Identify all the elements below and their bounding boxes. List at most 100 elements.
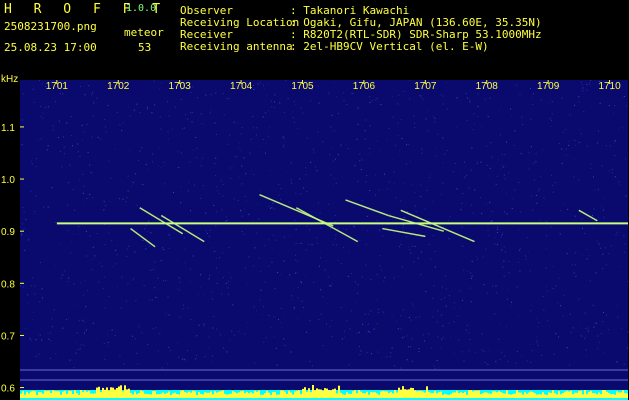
noise-speckle xyxy=(92,322,94,324)
noise-speckle xyxy=(126,197,128,199)
noise-speckle xyxy=(625,158,626,160)
noise-speckle xyxy=(419,316,420,318)
noise-speckle xyxy=(532,209,534,211)
noise-speckle xyxy=(21,233,23,235)
noise-band-bar xyxy=(446,394,448,398)
noise-speckle xyxy=(376,323,378,325)
noise-speckle xyxy=(352,93,354,94)
noise-speckle xyxy=(530,146,532,148)
noise-speckle xyxy=(488,235,489,237)
noise-speckle xyxy=(471,275,473,277)
noise-speckle xyxy=(24,218,26,220)
noise-speckle xyxy=(474,189,476,191)
noise-speckle xyxy=(342,227,344,229)
noise-band-bar xyxy=(618,392,620,398)
noise-band-bar xyxy=(58,391,60,398)
noise-band-bar xyxy=(266,390,268,398)
noise-speckle xyxy=(180,202,182,204)
noise-speckle xyxy=(154,104,156,106)
noise-speckle xyxy=(409,317,410,318)
noise-speckle xyxy=(159,88,161,90)
noise-speckle xyxy=(277,272,279,273)
noise-speckle xyxy=(171,128,173,130)
noise-speckle xyxy=(434,266,436,268)
noise-speckle xyxy=(575,144,577,146)
noise-speckle xyxy=(420,97,422,99)
noise-speckle xyxy=(458,339,460,341)
noise-band-bar xyxy=(280,390,282,398)
x-tick-label: 1702 xyxy=(107,81,130,92)
noise-band-bar xyxy=(336,393,338,398)
noise-speckle xyxy=(269,170,271,172)
noise-band-bar xyxy=(538,394,540,398)
noise-speckle xyxy=(40,105,41,107)
noise-speckle xyxy=(108,160,110,162)
noise-speckle xyxy=(507,298,508,300)
noise-speckle xyxy=(481,333,483,335)
noise-speckle xyxy=(337,227,339,229)
noise-band-bar xyxy=(170,395,172,398)
noise-band-bar xyxy=(486,392,488,398)
noise-speckle xyxy=(31,319,33,321)
noise-speckle xyxy=(310,161,312,163)
noise-speckle xyxy=(472,129,474,131)
noise-speckle xyxy=(357,244,358,246)
noise-speckle xyxy=(481,349,483,351)
noise-speckle xyxy=(508,288,510,290)
noise-speckle xyxy=(242,157,244,158)
noise-speckle xyxy=(471,260,473,262)
noise-speckle xyxy=(354,302,356,304)
noise-band-bar xyxy=(158,394,160,398)
noise-speckle xyxy=(179,289,181,291)
noise-speckle xyxy=(496,292,498,294)
noise-band-bar xyxy=(96,387,98,398)
noise-speckle xyxy=(225,216,227,218)
noise-speckle xyxy=(418,348,420,350)
noise-speckle xyxy=(497,229,499,230)
noise-speckle xyxy=(336,244,338,246)
noise-speckle xyxy=(359,160,361,162)
noise-speckle xyxy=(560,305,562,307)
noise-speckle xyxy=(494,243,496,245)
noise-speckle xyxy=(594,189,596,191)
noise-band-bar xyxy=(386,391,388,398)
noise-band-bar xyxy=(626,393,628,398)
noise-band-bar xyxy=(320,389,322,398)
noise-speckle xyxy=(173,192,174,194)
noise-speckle xyxy=(21,119,23,121)
noise-speckle xyxy=(52,129,54,131)
noise-speckle xyxy=(121,276,123,278)
noise-band-bar xyxy=(576,392,578,398)
noise-speckle xyxy=(445,275,446,277)
noise-speckle xyxy=(159,116,161,118)
noise-speckle xyxy=(170,237,172,239)
noise-speckle xyxy=(542,296,544,298)
noise-speckle xyxy=(602,198,604,200)
noise-speckle xyxy=(574,139,576,141)
noise-speckle xyxy=(589,82,590,84)
noise-speckle xyxy=(300,107,302,109)
noise-speckle xyxy=(396,320,398,322)
noise-speckle xyxy=(389,356,391,358)
noise-speckle xyxy=(216,328,218,330)
noise-band-bar xyxy=(612,393,614,398)
meteor-count: 53 xyxy=(138,41,152,54)
noise-speckle xyxy=(408,246,410,248)
noise-speckle xyxy=(464,161,465,163)
noise-speckle xyxy=(127,190,129,192)
noise-band-bar xyxy=(238,392,240,398)
noise-speckle xyxy=(92,115,94,117)
noise-band-bar xyxy=(360,391,362,398)
x-tick-label: 1703 xyxy=(169,81,192,92)
noise-speckle xyxy=(148,220,150,222)
noise-speckle xyxy=(244,208,245,210)
noise-speckle xyxy=(302,187,304,189)
noise-speckle xyxy=(332,160,334,162)
noise-band-bar xyxy=(536,394,538,398)
noise-speckle xyxy=(245,173,247,175)
noise-speckle xyxy=(428,333,430,335)
noise-speckle xyxy=(582,84,584,86)
noise-speckle xyxy=(230,178,232,179)
noise-speckle xyxy=(334,215,336,216)
noise-speckle xyxy=(367,323,369,325)
